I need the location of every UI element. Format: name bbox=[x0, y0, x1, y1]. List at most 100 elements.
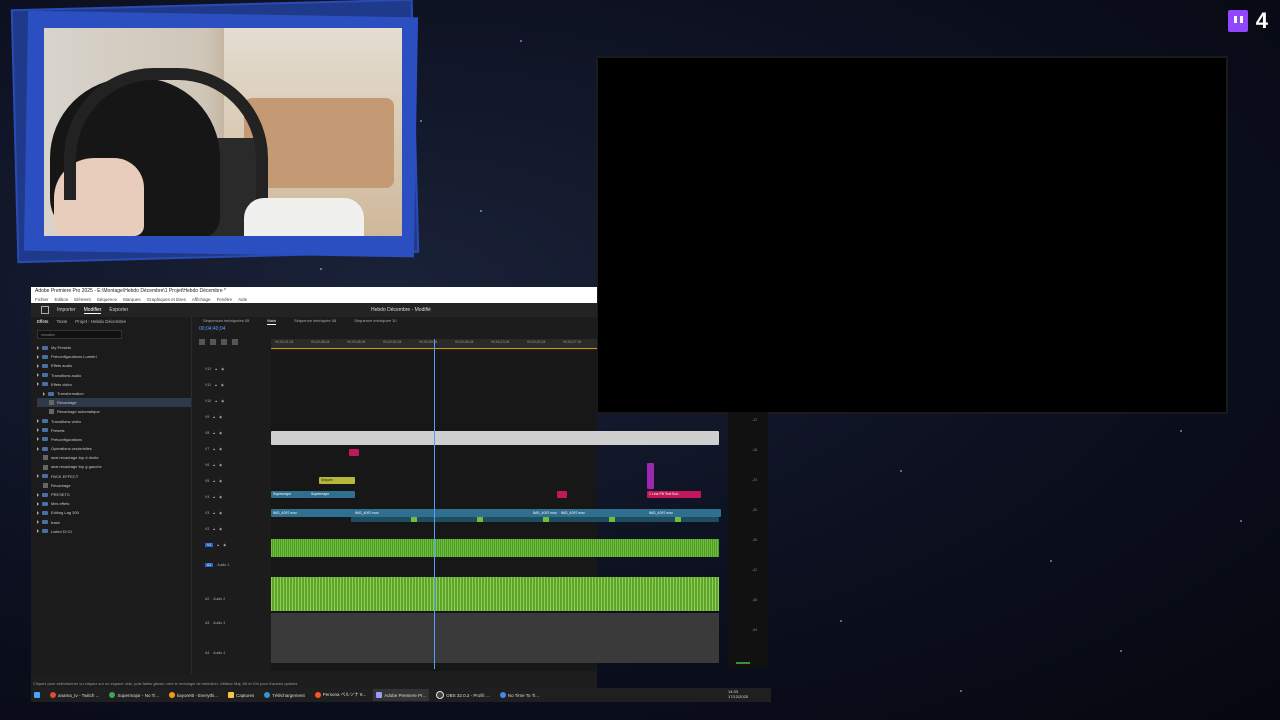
webcam-feed bbox=[44, 28, 402, 236]
track-header-a2[interactable]: A2 Audio 2 bbox=[205, 597, 225, 601]
tab-modifier[interactable]: Modifier bbox=[83, 307, 102, 314]
menu-item[interactable]: Aide bbox=[238, 296, 247, 303]
viewer-count: 4 bbox=[1255, 8, 1268, 33]
track-header-v4[interactable]: V4 🔒︎ ◉ bbox=[205, 495, 222, 499]
start-button[interactable] bbox=[31, 689, 43, 701]
clip-img-4[interactable]: IMG_4097.mov bbox=[559, 509, 649, 517]
tab-texte[interactable]: Texte bbox=[56, 319, 67, 324]
clip-img-1[interactable]: IMG_4097.mov bbox=[271, 509, 355, 517]
tree-item[interactable]: PACK EFFECT bbox=[37, 472, 191, 481]
track-header-v11[interactable]: V11 🔒︎ ◉ bbox=[205, 383, 224, 387]
tree-item[interactable]: Listed Di Gi bbox=[37, 527, 191, 536]
tree-item[interactable]: Effets audio bbox=[37, 361, 191, 370]
taskbar-item-twitch[interactable]: anama_tv - Twitch ... bbox=[47, 689, 102, 701]
clip-img-3[interactable]: IMG_4097.mov bbox=[531, 509, 561, 517]
add-marker-icon[interactable] bbox=[221, 339, 227, 345]
track-header-v3[interactable]: V3 🔒︎ ◉ bbox=[205, 511, 222, 515]
tree-item[interactable]: Presets bbox=[37, 426, 191, 435]
tree-item[interactable]: seal recadrage top g gauche bbox=[37, 462, 191, 471]
selected-clip-bar[interactable] bbox=[271, 431, 719, 445]
tab-exporter[interactable]: Exporter bbox=[109, 307, 128, 313]
tab-projet[interactable]: Projet : Hebdo Décembre bbox=[75, 319, 126, 324]
clip-img-2[interactable]: IMG_4097.mov bbox=[353, 509, 533, 517]
taskbar-item-captures[interactable]: Captures bbox=[225, 689, 257, 701]
clip-marker-magenta-2[interactable] bbox=[557, 491, 567, 498]
tree-item[interactable]: Transitions audio bbox=[37, 371, 191, 380]
track-header-v6[interactable]: V6 🔒︎ ◉ bbox=[205, 463, 222, 467]
clip-marker-purple[interactable] bbox=[647, 463, 654, 489]
tree-item[interactable]: Recadrage bbox=[37, 481, 191, 490]
system-clock[interactable]: 14:33 17/12/2025 bbox=[728, 689, 748, 699]
clip-sequence[interactable]: Séquen bbox=[319, 477, 355, 484]
track-header-a1[interactable]: A1 Audio 1 bbox=[205, 563, 229, 567]
sequence-tab-active[interactable]: Main bbox=[267, 317, 276, 325]
linked-selection-icon[interactable] bbox=[210, 339, 216, 345]
menu-item[interactable]: Fenêtre bbox=[217, 296, 233, 303]
eye-icon: ◉ bbox=[219, 447, 223, 451]
tab-effets[interactable]: Effets bbox=[37, 319, 48, 324]
tree-item[interactable]: Recadrage bbox=[37, 398, 191, 408]
meter-level bbox=[736, 662, 750, 664]
track-header-v9[interactable]: V9 🔒︎ ◉ bbox=[205, 415, 222, 419]
tree-item[interactable]: Recadrage automatique bbox=[37, 407, 191, 416]
track-header-v8[interactable]: V8 🔒︎ ◉ bbox=[205, 431, 222, 435]
menu-item[interactable]: Séquence bbox=[97, 296, 117, 303]
folder-icon bbox=[42, 428, 48, 433]
track-header-v7[interactable]: V7 🔒︎ ◉ bbox=[205, 447, 222, 451]
tree-item[interactable]: Opérations vectorielles bbox=[37, 444, 191, 453]
track-header-a3[interactable]: A3 Audio 3 bbox=[205, 621, 225, 625]
track-header-v10[interactable]: V10 🔒︎ ◉ bbox=[205, 399, 224, 403]
menu-item[interactable]: Graphiques et titres bbox=[147, 296, 186, 303]
clip-marker-magenta[interactable] bbox=[349, 449, 359, 456]
tree-item[interactable]: trash bbox=[37, 518, 191, 527]
taskbar-item-premiere[interactable]: Adobe Premiere Pr... bbox=[373, 689, 430, 701]
tree-item[interactable]: Effets vidéo bbox=[37, 380, 191, 389]
clip-text[interactable]: 1 Line FB Text Bot... bbox=[647, 491, 701, 498]
tab-importer[interactable]: Importer bbox=[57, 307, 76, 313]
track-header-a4[interactable]: A4 Audio 4 bbox=[205, 651, 225, 655]
track-header-v1[interactable]: V1 🔒︎ ◉ bbox=[205, 543, 226, 547]
taskbar-item-telechargement[interactable]: Téléchargement bbox=[261, 689, 308, 701]
snap-icon[interactable] bbox=[199, 339, 205, 345]
audio-waveform-a2[interactable] bbox=[271, 577, 719, 611]
track-header-v5[interactable]: V5 🔒︎ ◉ bbox=[205, 479, 222, 483]
home-icon[interactable] bbox=[41, 306, 49, 314]
eye-icon: ◉ bbox=[219, 511, 223, 515]
taskbar-item-supermajor[interactable]: Supermajor - No Ti... bbox=[106, 689, 162, 701]
clip-img-5[interactable]: IMG_4097.mov bbox=[647, 509, 721, 517]
tree-item[interactable]: seal recadrage top d droite bbox=[37, 453, 191, 462]
sequence-tab[interactable]: Séquence imbriquée 08 bbox=[294, 317, 336, 325]
tree-item[interactable]: My Presets bbox=[37, 343, 191, 352]
track-header-v12[interactable]: V12 🔒︎ ◉ bbox=[205, 367, 224, 371]
tree-item[interactable]: Préconfigurations Lumetri bbox=[37, 352, 191, 361]
menu-item[interactable]: Edition bbox=[55, 296, 69, 303]
effect-icon bbox=[43, 455, 48, 461]
track-header-v2[interactable]: V2 🔒︎ ◉ bbox=[205, 527, 222, 531]
track-headers: V12 🔒︎ ◉ V11 🔒︎ ◉ V10 🔒︎ ◉ V9 🔒︎ ◉ V8 🔒︎ ◉ V7 🔒︎ ◉ V… bbox=[193, 351, 271, 671]
menu-item[interactable]: Affichage bbox=[192, 296, 211, 303]
tree-item[interactable]: Editing Lag 300 bbox=[37, 508, 191, 517]
sequence-tab[interactable]: Séquences imbriquées 05 bbox=[203, 317, 249, 325]
menu-item[interactable]: Fichier bbox=[35, 296, 49, 303]
taskbar-item-persona[interactable]: Persona ペルソナ 8... bbox=[312, 689, 370, 701]
tree-item[interactable]: Transformation bbox=[37, 389, 191, 398]
sequence-tab[interactable]: Séquence imbriquée 10 bbox=[354, 317, 396, 325]
timeline-timecode[interactable]: 00;04;40;04 bbox=[193, 325, 597, 333]
effects-search-input[interactable]: recadra bbox=[37, 330, 122, 339]
clip-supermajor-1[interactable]: Supermajor bbox=[271, 491, 311, 498]
playhead[interactable] bbox=[434, 339, 435, 669]
tree-item[interactable]: Mes effets bbox=[37, 499, 191, 508]
taskbar-item-obs[interactable]: OBS 32.0.2 - Profil: ... bbox=[433, 689, 493, 701]
audio-track-a4-empty[interactable] bbox=[271, 613, 719, 663]
folder-icon bbox=[48, 391, 54, 396]
taskbar-item-notime[interactable]: No Time To Ti... bbox=[497, 689, 542, 701]
tree-item[interactable]: Transitions vidéo bbox=[37, 417, 191, 426]
clip-supermajor-2[interactable]: Supermajor bbox=[309, 491, 355, 498]
taskbar-item-kayoretti[interactable]: kayoretti - Everythi... bbox=[166, 689, 221, 701]
wrench-icon[interactable] bbox=[232, 339, 238, 345]
tree-item[interactable]: PRESETS bbox=[37, 490, 191, 499]
audio-waveform-a1[interactable] bbox=[271, 539, 719, 557]
menu-item[interactable]: Marques bbox=[123, 296, 141, 303]
tree-item[interactable]: Préconfigurations bbox=[37, 435, 191, 444]
menu-item[interactable]: Elément bbox=[74, 296, 91, 303]
